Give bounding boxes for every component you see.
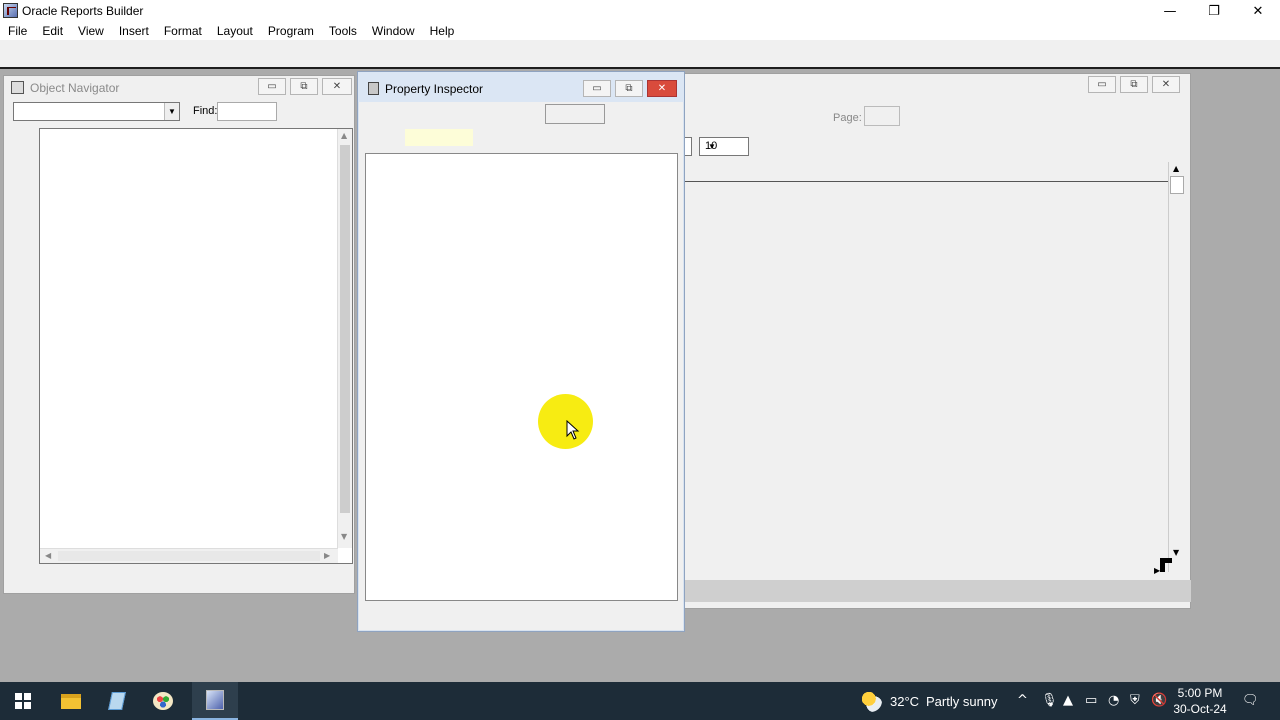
- scroll-up-icon[interactable]: ▲: [1173, 164, 1179, 173]
- navigator-horizontal-scrollbar[interactable]: ◀ ▶: [40, 548, 338, 563]
- paint-palette-icon: [153, 692, 173, 710]
- mdi-workspace: ▭ ⧉ ✕ Page: 10 ▼ ▲ ▼ ▶ Object Navigator …: [0, 70, 1280, 682]
- navigator-restore-button[interactable]: ⧉: [290, 78, 318, 95]
- chevron-down-icon: ▼: [708, 142, 716, 151]
- minimize-button[interactable]: —: [1148, 0, 1192, 22]
- report-editor-window: ▭ ⧉ ✕ Page: 10 ▼ ▲ ▼ ▶: [683, 73, 1191, 609]
- scroll-left-icon[interactable]: ◀: [45, 551, 51, 560]
- property-highlight-field[interactable]: [405, 129, 473, 146]
- layout-canvas[interactable]: [684, 182, 1168, 572]
- object-navigator-title: Object Navigator: [30, 81, 120, 95]
- object-navigator-caption: Object Navigator ▭ ⧉ ✕: [4, 76, 354, 98]
- notepad-button[interactable]: [94, 682, 140, 720]
- speaker-muted-icon[interactable]: 🔇: [1151, 693, 1167, 708]
- report-editor-restore-button[interactable]: ⧉: [1120, 76, 1148, 93]
- menu-format[interactable]: Format: [156, 22, 209, 40]
- clock[interactable]: 5:00 PM 30-Oct-24: [1170, 685, 1230, 717]
- vertical-scrollbar[interactable]: ▲ ▼: [1168, 162, 1185, 572]
- app-title-bar: Oracle Reports Builder — ❐ ✕: [0, 0, 1280, 22]
- property-inspector-icon: [368, 82, 379, 95]
- page-input[interactable]: [864, 106, 900, 126]
- clock-time: 5:00 PM: [1177, 686, 1223, 700]
- navigator-vertical-scrollbar[interactable]: ▲ ▼: [337, 129, 352, 548]
- property-search-input[interactable]: [545, 104, 605, 124]
- weather-description[interactable]: Partly sunny: [926, 682, 998, 720]
- resize-corner-icon: [1160, 558, 1172, 572]
- object-navigator-window: Object Navigator ▭ ⧉ ✕ ▼ Find: ▲ ▼ ◀ ▶: [3, 75, 355, 594]
- scroll-down-icon[interactable]: ▼: [341, 532, 347, 541]
- google-drive-icon[interactable]: ▲: [1063, 693, 1073, 708]
- property-inspector-caption: Property Inspector ▭ ⧉ ✕: [358, 72, 684, 102]
- status-bar: [684, 580, 1191, 602]
- clock-date: 30-Oct-24: [1173, 702, 1227, 716]
- battery-icon[interactable]: ▭: [1085, 693, 1097, 708]
- weather-temperature[interactable]: 32°C: [890, 682, 919, 720]
- inspector-restore-button[interactable]: ⧉: [615, 80, 643, 97]
- menu-help[interactable]: Help: [422, 22, 462, 40]
- restore-button[interactable]: ❐: [1192, 0, 1236, 22]
- page-label: Page:: [833, 112, 862, 124]
- report-editor-close-button[interactable]: ✕: [1152, 76, 1180, 93]
- windows-logo-icon: [15, 693, 31, 709]
- navigator-icon: [11, 81, 24, 94]
- scroll-up-icon[interactable]: ▲: [341, 131, 347, 140]
- scroll-right-icon[interactable]: ▶: [324, 551, 330, 560]
- menu-program[interactable]: Program: [260, 22, 321, 40]
- folder-icon: [61, 693, 81, 709]
- property-list[interactable]: [365, 153, 678, 601]
- menu-insert[interactable]: Insert: [111, 22, 156, 40]
- font-select[interactable]: [684, 137, 692, 156]
- menu-file[interactable]: File: [0, 22, 34, 40]
- inspector-minimize-button[interactable]: ▭: [583, 80, 611, 97]
- paint-button[interactable]: [140, 682, 186, 720]
- report-editor-caption: ▭ ⧉ ✕: [684, 74, 1190, 96]
- property-inspector-title: Property Inspector: [385, 82, 484, 96]
- menu-window[interactable]: Window: [364, 22, 422, 40]
- oracle-reports-app-icon: [3, 3, 18, 18]
- navigator-close-button[interactable]: ✕: [322, 78, 352, 95]
- microphone-icon[interactable]: 🎙: [1041, 693, 1058, 708]
- chevron-up-icon[interactable]: ^: [1017, 693, 1028, 708]
- close-button[interactable]: ✕: [1236, 0, 1280, 22]
- weather-partly-sunny-icon[interactable]: [860, 690, 882, 712]
- find-input[interactable]: [217, 102, 277, 121]
- report-editor-minimize-button[interactable]: ▭: [1088, 76, 1116, 93]
- scroll-down-icon[interactable]: ▼: [1173, 548, 1179, 557]
- menu-layout[interactable]: Layout: [209, 22, 260, 40]
- navigator-tree[interactable]: ▲ ▼ ◀ ▶: [39, 128, 353, 564]
- start-button[interactable]: [0, 682, 46, 720]
- navigator-minimize-button[interactable]: ▭: [258, 78, 286, 95]
- navigator-combo[interactable]: ▼: [13, 102, 180, 121]
- scroll-right-icon[interactable]: ▶: [1154, 566, 1160, 575]
- property-inspector-window: Property Inspector ▭ ⧉ ✕: [357, 71, 685, 632]
- scroll-thumb[interactable]: [340, 145, 350, 513]
- taskbar: 32°C Partly sunny ^ 🎙 ▲ ▭ ◔ ⛨ 🔇 5:00 PM …: [0, 682, 1280, 720]
- scroll-thumb[interactable]: [58, 551, 320, 561]
- oracle-reports-icon: [206, 690, 224, 710]
- menu-bar: File Edit View Insert Format Layout Prog…: [0, 22, 1280, 40]
- menu-edit[interactable]: Edit: [34, 22, 70, 40]
- app-title: Oracle Reports Builder: [22, 4, 144, 18]
- mouse-pointer-icon: [566, 420, 580, 440]
- scroll-thumb[interactable]: [1170, 176, 1184, 194]
- reports-builder-taskbar-button[interactable]: [192, 682, 238, 720]
- notification-icon[interactable]: 🗨: [1242, 693, 1259, 708]
- find-label: Find:: [193, 105, 218, 117]
- toolbar: [0, 40, 1280, 69]
- menu-tools[interactable]: Tools: [321, 22, 364, 40]
- chevron-down-icon[interactable]: ▼: [164, 103, 179, 120]
- inspector-close-button[interactable]: ✕: [647, 80, 677, 97]
- notepad-icon: [108, 692, 126, 710]
- wifi-icon[interactable]: ◔: [1108, 693, 1119, 708]
- file-explorer-button[interactable]: [48, 682, 94, 720]
- menu-view[interactable]: View: [70, 22, 111, 40]
- security-icon[interactable]: ⛨: [1130, 693, 1140, 708]
- zoom-select[interactable]: 10 ▼: [699, 137, 749, 156]
